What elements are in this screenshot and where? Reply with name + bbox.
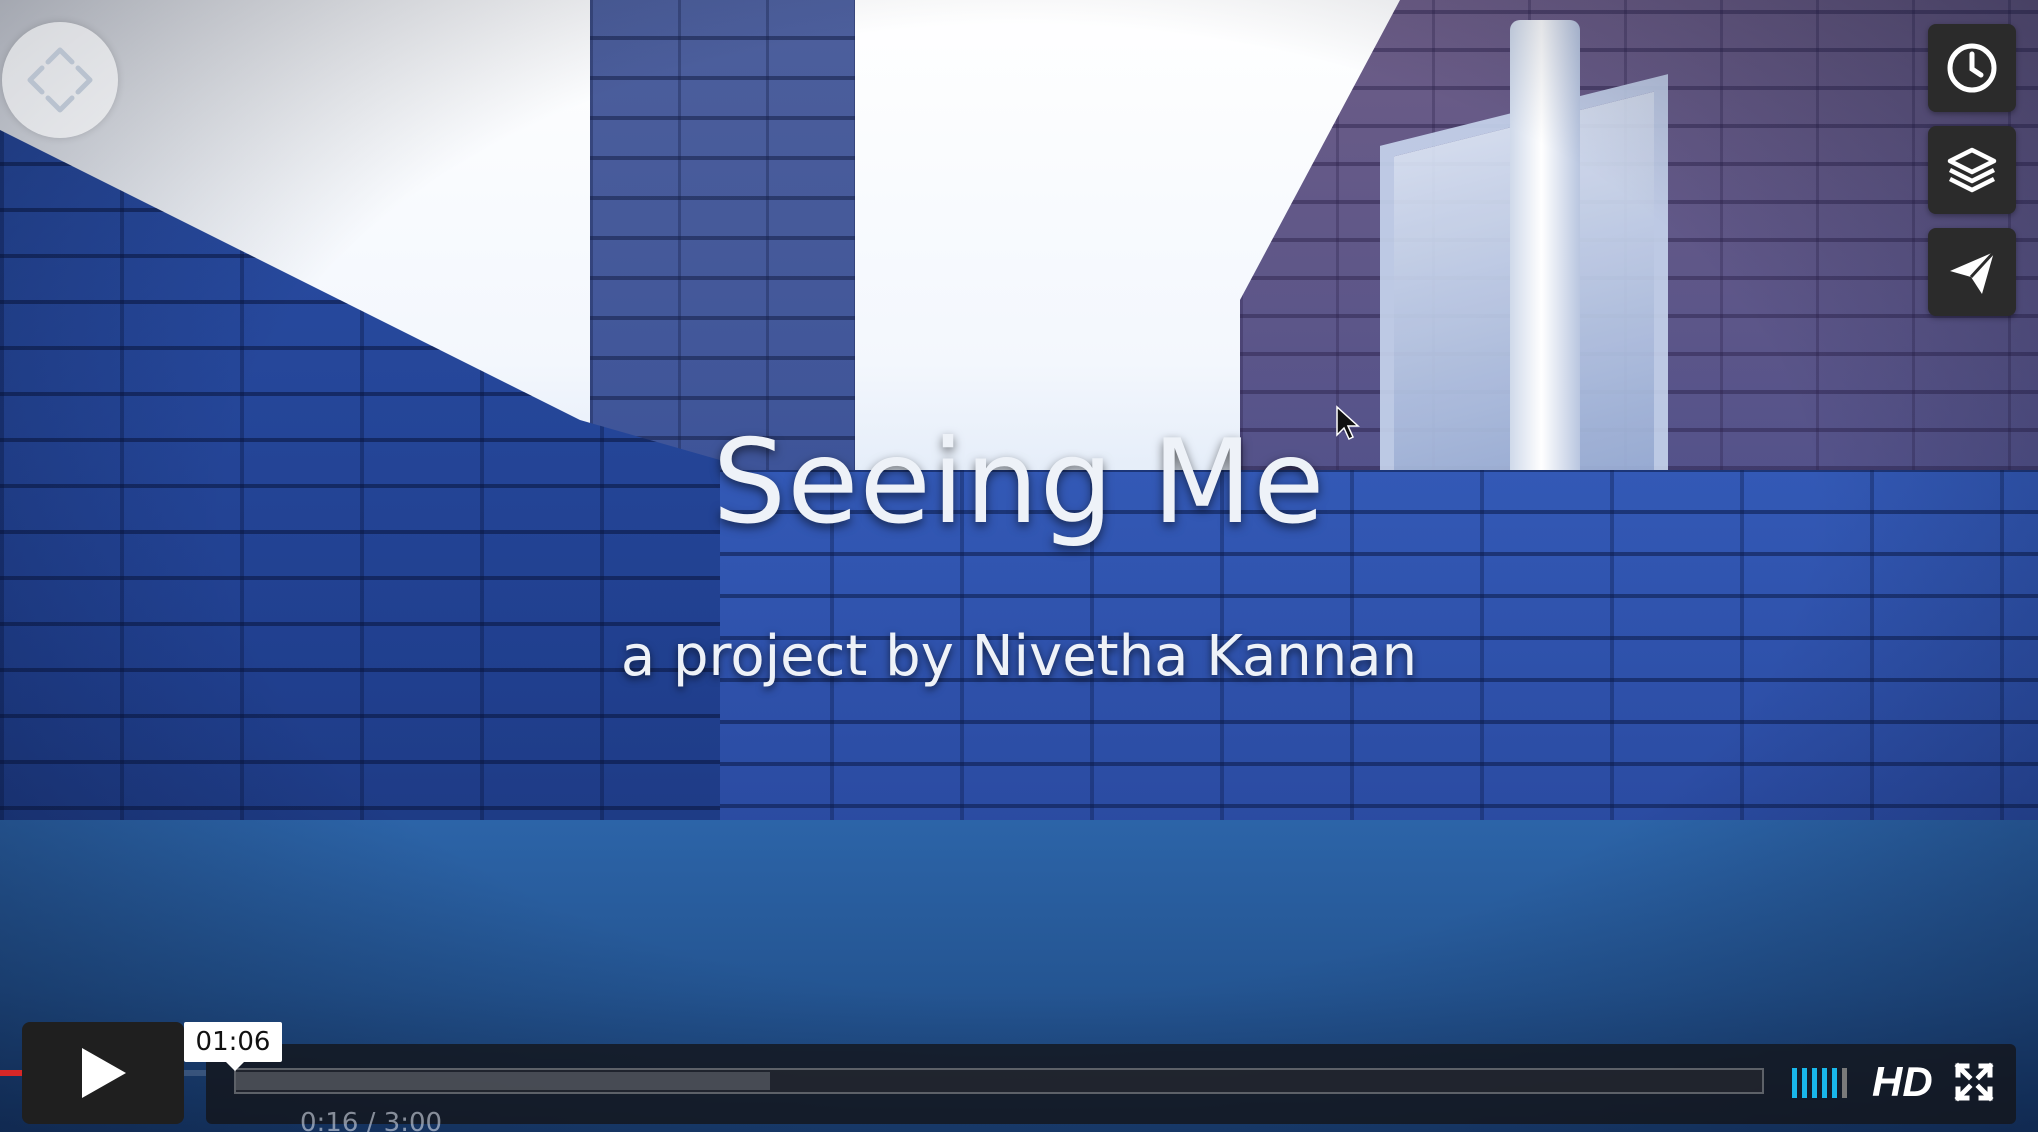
360-navigation-control[interactable] [2, 22, 118, 138]
hd-toggle[interactable]: HD [1872, 1058, 1933, 1106]
embedded-time-readout: 0:16 / 3:00 [300, 1108, 443, 1132]
layers-icon [1947, 147, 1997, 193]
video-frame [0, 0, 2038, 1132]
watch-later-button[interactable] [1928, 24, 2016, 112]
collections-button[interactable] [1928, 126, 2016, 214]
control-bar: HD [206, 1044, 2016, 1124]
volume-control[interactable] [1792, 1066, 1848, 1098]
seek-bar[interactable] [234, 1068, 1764, 1094]
clock-icon [1947, 43, 1997, 93]
mouse-cursor-icon [1336, 405, 1360, 441]
buffered-range [236, 1072, 771, 1090]
play-icon [82, 1048, 126, 1098]
play-button[interactable] [22, 1022, 184, 1124]
video-title: Seeing Me [712, 415, 1326, 550]
video-subtitle: a project by Nivetha Kannan [620, 624, 1418, 689]
share-button[interactable] [1928, 228, 2016, 316]
seek-time-tooltip: 01:06 [184, 1022, 282, 1071]
video-player[interactable]: Seeing Me a project by Nivetha Kannan HD… [0, 0, 2038, 1132]
send-icon [1950, 250, 1996, 294]
fullscreen-icon[interactable] [1954, 1062, 1994, 1102]
360-navigation-icon [27, 47, 93, 113]
